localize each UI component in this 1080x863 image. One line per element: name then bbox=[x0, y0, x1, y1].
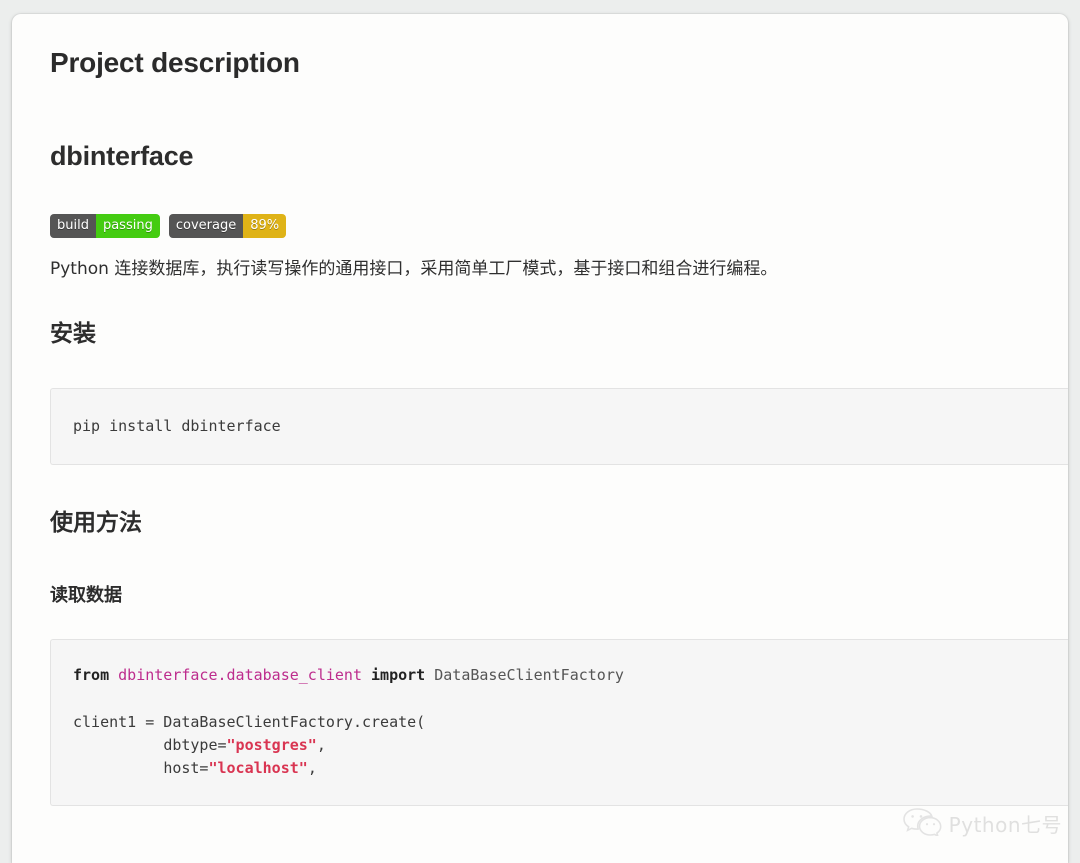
code-token-from: from bbox=[73, 666, 110, 685]
page-title: Project description bbox=[50, 47, 300, 78]
badge-row: build passing coverage 89% bbox=[50, 213, 1068, 238]
code-line-client1: client1 = DataBaseClientFactory.create( bbox=[73, 712, 426, 731]
project-description-card: Project description dbinterface build pa… bbox=[12, 14, 1068, 863]
code-token-import: import bbox=[371, 666, 426, 685]
code-space-3 bbox=[425, 666, 434, 684]
coverage-badge-label: coverage bbox=[168, 213, 244, 238]
project-name-heading: dbinterface bbox=[50, 140, 194, 171]
build-badge-label: build bbox=[50, 213, 96, 238]
coverage-badge[interactable]: coverage 89% bbox=[168, 213, 287, 238]
card-content: Project description dbinterface build pa… bbox=[12, 14, 1068, 806]
page-root: Project description dbinterface build pa… bbox=[0, 0, 1080, 863]
build-badge-value: passing bbox=[95, 213, 160, 238]
project-description-text: Python 连接数据库，执行读写操作的通用接口，采用简单工厂模式，基于接口和组… bbox=[50, 258, 778, 279]
code-token-host-comma: , bbox=[307, 759, 317, 778]
code-token-dbtype-key: dbtype= bbox=[163, 736, 227, 755]
python-code-block[interactable]: from dbinterface.database_client import … bbox=[50, 639, 1068, 806]
code-token-dbtype-value: "postgres" bbox=[226, 736, 317, 755]
code-token-dbtype-comma: , bbox=[316, 736, 326, 755]
code-token-symbol: DataBaseClientFactory bbox=[434, 666, 624, 685]
subsection-heading-read-data: 读取数据 bbox=[50, 584, 122, 605]
build-badge[interactable]: build passing bbox=[50, 213, 160, 238]
code-space-2 bbox=[362, 666, 371, 684]
code-token-host-value: "localhost" bbox=[208, 759, 308, 778]
install-code-block[interactable]: pip install dbinterface bbox=[50, 387, 1068, 466]
code-token-host-key: host= bbox=[163, 759, 209, 778]
coverage-badge-value: 89% bbox=[243, 213, 287, 238]
section-heading-install: 安装 bbox=[50, 320, 96, 347]
install-command: pip install dbinterface bbox=[73, 416, 281, 435]
section-heading-usage: 使用方法 bbox=[50, 509, 142, 536]
code-token-module: dbinterface.database_client bbox=[118, 666, 362, 685]
